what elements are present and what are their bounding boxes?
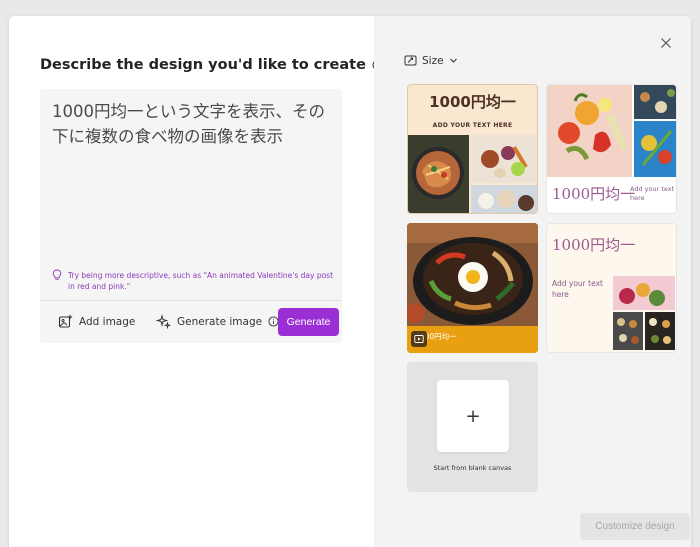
- generate-image-label: Generate image: [177, 315, 263, 328]
- card-title: 1000円均一: [552, 236, 636, 254]
- prompt-text[interactable]: 1000円均一という文字を表示、その下に複数の食べ物の画像を表示: [52, 99, 336, 149]
- food-collage-image: [408, 135, 537, 213]
- lightbulb-icon: [52, 269, 62, 280]
- prompt-panel: Describe the design you'd like to create…: [9, 16, 384, 547]
- card-title: 1000円均一: [429, 93, 516, 111]
- food-grid-image: [613, 276, 675, 350]
- vegetables-image: [547, 85, 676, 177]
- close-icon[interactable]: [658, 35, 674, 51]
- size-dropdown[interactable]: Size: [404, 54, 458, 67]
- blank-canvas-option[interactable]: + Start from blank canvas: [407, 362, 538, 492]
- chevron-down-icon: [449, 58, 457, 63]
- design-option-2[interactable]: 1000円均一 Add your text here: [546, 84, 677, 214]
- results-panel: Size 1000円均一 ADD YOUR TEXT HERE 1000円均一 …: [374, 16, 691, 547]
- card-subtitle: Add your text here: [630, 185, 675, 202]
- video-icon: [411, 331, 427, 347]
- resize-icon: [404, 55, 417, 66]
- design-option-1[interactable]: 1000円均一 ADD YOUR TEXT HERE: [407, 84, 538, 214]
- generate-button[interactable]: Generate: [278, 308, 339, 336]
- customize-design-button[interactable]: Customize design: [580, 513, 690, 540]
- card-subtitle: ADD YOUR TEXT HERE: [432, 122, 513, 129]
- plus-icon: +: [437, 380, 509, 452]
- prompt-toolbar: Add image Generate image Generate: [40, 301, 342, 343]
- prompt-textarea[interactable]: 1000円均一という文字を表示、その下に複数の食べ物の画像を表示 Try bei…: [40, 89, 342, 343]
- heading-text: Describe the design you'd like to create: [40, 57, 366, 73]
- size-label: Size: [422, 54, 444, 67]
- design-option-3[interactable]: 1000円均一: [407, 223, 538, 353]
- add-image-icon: [58, 314, 73, 328]
- generate-image-button[interactable]: Generate image: [148, 314, 287, 329]
- prompt-hint: Try being more descriptive, such as "An …: [52, 269, 337, 292]
- hint-text: Try being more descriptive, such as "An …: [68, 271, 334, 291]
- blank-canvas-label: Start from blank canvas: [433, 464, 512, 472]
- card-subtitle: Add your text here: [552, 279, 603, 299]
- add-image-button[interactable]: Add image: [50, 314, 143, 329]
- sparkle-icon: [156, 314, 171, 329]
- create-design-dialog: Describe the design you'd like to create…: [9, 16, 691, 547]
- bibimbap-image: [407, 223, 538, 326]
- design-option-4[interactable]: 1000円均一 Add your text here: [546, 223, 677, 353]
- dialog-heading: Describe the design you'd like to create: [40, 57, 384, 73]
- card-title: 1000円均一: [552, 185, 636, 203]
- add-image-label: Add image: [79, 315, 136, 328]
